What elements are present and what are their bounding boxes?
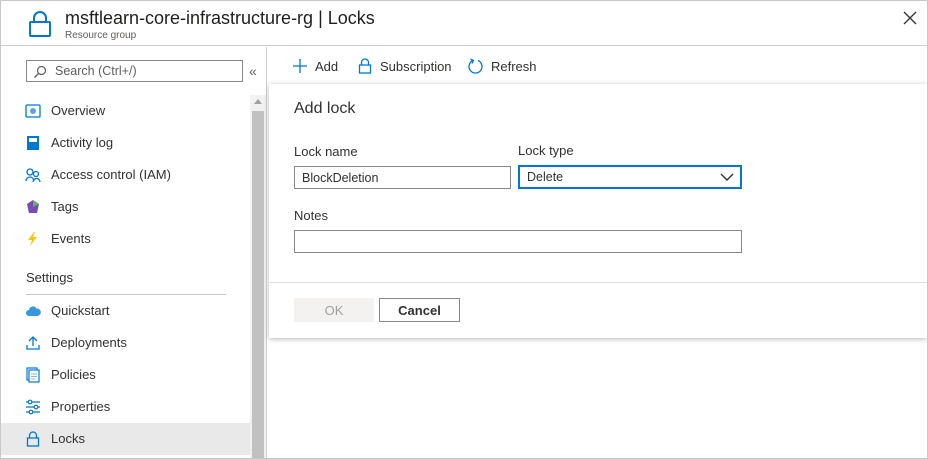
sidebar-item-properties[interactable]: Properties <box>1 391 250 423</box>
sidebar-item-locks[interactable]: Locks <box>1 423 250 455</box>
plus-icon <box>293 59 307 73</box>
lock-type-dropdown[interactable]: Delete <box>518 165 742 189</box>
lock-icon <box>29 11 51 37</box>
panel-footer-divider <box>269 282 927 283</box>
sidebar-item-label: Overview <box>51 103 106 118</box>
lock-type-label: Lock type <box>518 143 574 158</box>
sidebar-item-access-control[interactable]: Access control (IAM) <box>1 159 250 191</box>
refresh-label: Refresh <box>491 58 537 74</box>
blade-header: msftlearn-core-infrastructure-rg | Locks… <box>1 1 927 46</box>
page-title: msftlearn-core-infrastructure-rg | Locks <box>65 8 375 28</box>
chevron-down-icon <box>720 173 734 181</box>
policies-icon <box>26 367 40 383</box>
lightning-icon <box>28 232 37 246</box>
sliders-icon <box>26 399 40 415</box>
add-label: Add <box>315 58 339 74</box>
activity-log-icon <box>27 136 39 150</box>
lock-icon <box>26 431 40 447</box>
ok-button[interactable]: OK <box>294 298 374 322</box>
subscription-label: Subscription <box>380 58 452 74</box>
refresh-icon <box>468 57 483 74</box>
upload-icon <box>26 336 40 350</box>
sidebar-item-label: Locks <box>51 431 85 446</box>
sidebar-item-policies[interactable]: Policies <box>1 359 250 391</box>
refresh-button[interactable]: Refresh <box>467 56 537 76</box>
command-bar: Add Subscription Refresh <box>268 47 927 83</box>
add-lock-panel: Add lock Lock name Lock type Delete Note… <box>269 84 927 338</box>
section-title: Settings <box>26 270 73 285</box>
lock-name-label: Lock name <box>294 144 358 159</box>
sidebar: « Overview Activity log <box>1 47 267 458</box>
subscription-button[interactable]: Subscription <box>357 56 452 76</box>
search-input[interactable] <box>55 63 235 79</box>
cloud-icon <box>26 306 41 316</box>
sidebar-item-label: Access control (IAM) <box>51 167 171 182</box>
scroll-up-arrow-icon[interactable] <box>254 99 262 104</box>
collapse-sidebar-button[interactable]: « <box>249 64 261 78</box>
sidebar-scrollbar[interactable] <box>250 95 266 458</box>
sidebar-item-tags[interactable]: Tags <box>1 191 250 223</box>
search-box[interactable] <box>26 60 243 82</box>
sidebar-item-label: Deployments <box>51 335 127 350</box>
notes-label: Notes <box>294 208 328 223</box>
settings-section-heading: Settings <box>1 255 250 295</box>
sidebar-item-label: Tags <box>51 199 79 214</box>
overview-icon <box>25 104 41 118</box>
sidebar-nav: Overview Activity log Access control (IA… <box>1 95 250 455</box>
tag-icon <box>27 200 39 213</box>
add-button[interactable]: Add <box>292 56 338 76</box>
sidebar-item-label: Properties <box>51 399 111 414</box>
sidebar-item-events[interactable]: Events <box>1 223 250 255</box>
sidebar-item-overview[interactable]: Overview <box>1 95 250 127</box>
cancel-button[interactable]: Cancel <box>379 298 460 322</box>
sidebar-item-label: Activity log <box>51 135 114 150</box>
search-icon <box>34 65 47 78</box>
lock-type-selected-value: Delete <box>527 170 564 184</box>
sidebar-item-quickstart[interactable]: Quickstart <box>1 295 250 327</box>
app-window: msftlearn-core-infrastructure-rg | Locks… <box>0 0 928 459</box>
notes-input[interactable] <box>294 230 742 253</box>
sidebar-item-deployments[interactable]: Deployments <box>1 327 250 359</box>
sidebar-item-label: Quickstart <box>51 303 110 318</box>
scroll-thumb[interactable] <box>252 111 264 458</box>
sidebar-item-label: Policies <box>51 367 96 382</box>
lock-icon <box>358 58 372 74</box>
close-icon[interactable] <box>901 9 919 27</box>
sidebar-item-label: Events <box>51 231 91 246</box>
lock-name-input[interactable] <box>294 166 511 189</box>
access-control-icon <box>25 168 41 183</box>
page-subtitle: Resource group <box>65 30 137 41</box>
panel-title: Add lock <box>294 100 356 117</box>
sidebar-item-activity-log[interactable]: Activity log <box>1 127 250 159</box>
